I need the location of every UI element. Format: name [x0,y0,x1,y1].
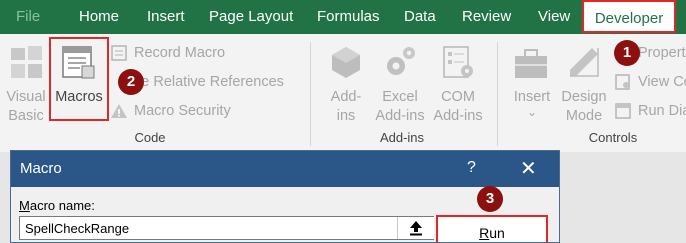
tab-view[interactable]: View [538,0,570,34]
code-group-label: Code [134,130,166,145]
record-macro-icon [111,45,127,61]
excel-addins-label-line2: Add-ins [375,108,425,124]
macro-dialog-titlebar: Macro ? ✕ [11,151,559,187]
warning-icon [111,104,127,118]
macros-highlight-box [49,37,109,121]
addins-label-line2: ins [336,108,356,124]
macro-name-label-text: acro name: [29,198,95,213]
visual-basic-icon [11,46,42,78]
record-macro-label: Record Macro [134,45,226,61]
controls-group-label: Controls [588,130,638,145]
close-icon[interactable]: ✕ [520,156,537,181]
excel-addins-label-line1: Excel [382,89,418,105]
group-separator [497,42,498,146]
macro-name-accesskey: M [19,198,30,213]
macro-dialog-title: Macro [20,160,62,177]
step-badge-3: 3 [477,186,503,212]
com-addins-icon [443,46,473,78]
tab-review[interactable]: Review [462,0,511,34]
tab-file[interactable]: File [16,0,40,34]
run-dialog-label: Run Dia [638,103,686,119]
properties-label: Propert [638,45,686,61]
tab-insert[interactable]: Insert [147,0,185,34]
step-badge-2: 2 [118,69,144,95]
addins-group-label: Add-ins [379,130,425,145]
macro-security-label: Macro Security [134,103,231,119]
run-dialog-icon [615,103,631,119]
view-code-icon [615,74,630,90]
com-addins-label-line2: Add-ins [433,108,483,124]
run-accesskey: R [479,225,490,241]
tab-formulas[interactable]: Formulas [317,0,380,34]
step-badge-1: 1 [614,40,640,66]
group-separator [310,42,311,146]
run-button[interactable]: Run [436,215,548,242]
toolbox-icon [515,49,547,78]
addins-icon [332,47,360,78]
visual-basic-label-line1: Visual [6,89,46,105]
up-arrow-icon [410,221,422,236]
view-code-label: View Co [638,74,686,90]
addins-label-line1: Add- [330,89,362,105]
com-addins-label-line1: COM [441,89,475,105]
design-mode-label-line2: Mode [565,108,603,124]
help-icon[interactable]: ? [467,159,476,177]
insert-dropdown-chevron-icon[interactable]: ⌄ [510,103,554,122]
run-label: un [489,225,505,241]
macro-reference-button[interactable] [397,217,434,239]
macro-name-label: Macro name: [19,198,95,213]
excel-addins-gear-icon [387,47,415,75]
tab-page-layout[interactable]: Page Layout [209,0,293,34]
use-relative-references-label: se Relative References [134,74,284,90]
design-mode-icon [570,48,599,77]
ribbon-tab-bar: File Home Insert Page Layout Formulas Da… [0,0,686,34]
macro-name-input[interactable] [19,216,434,240]
visual-basic-label-line2: Basic [8,108,44,124]
design-mode-label-line1: Design [561,89,607,105]
tab-data[interactable]: Data [404,0,436,34]
tab-developer[interactable]: Developer [582,0,676,33]
tab-home[interactable]: Home [79,0,119,34]
